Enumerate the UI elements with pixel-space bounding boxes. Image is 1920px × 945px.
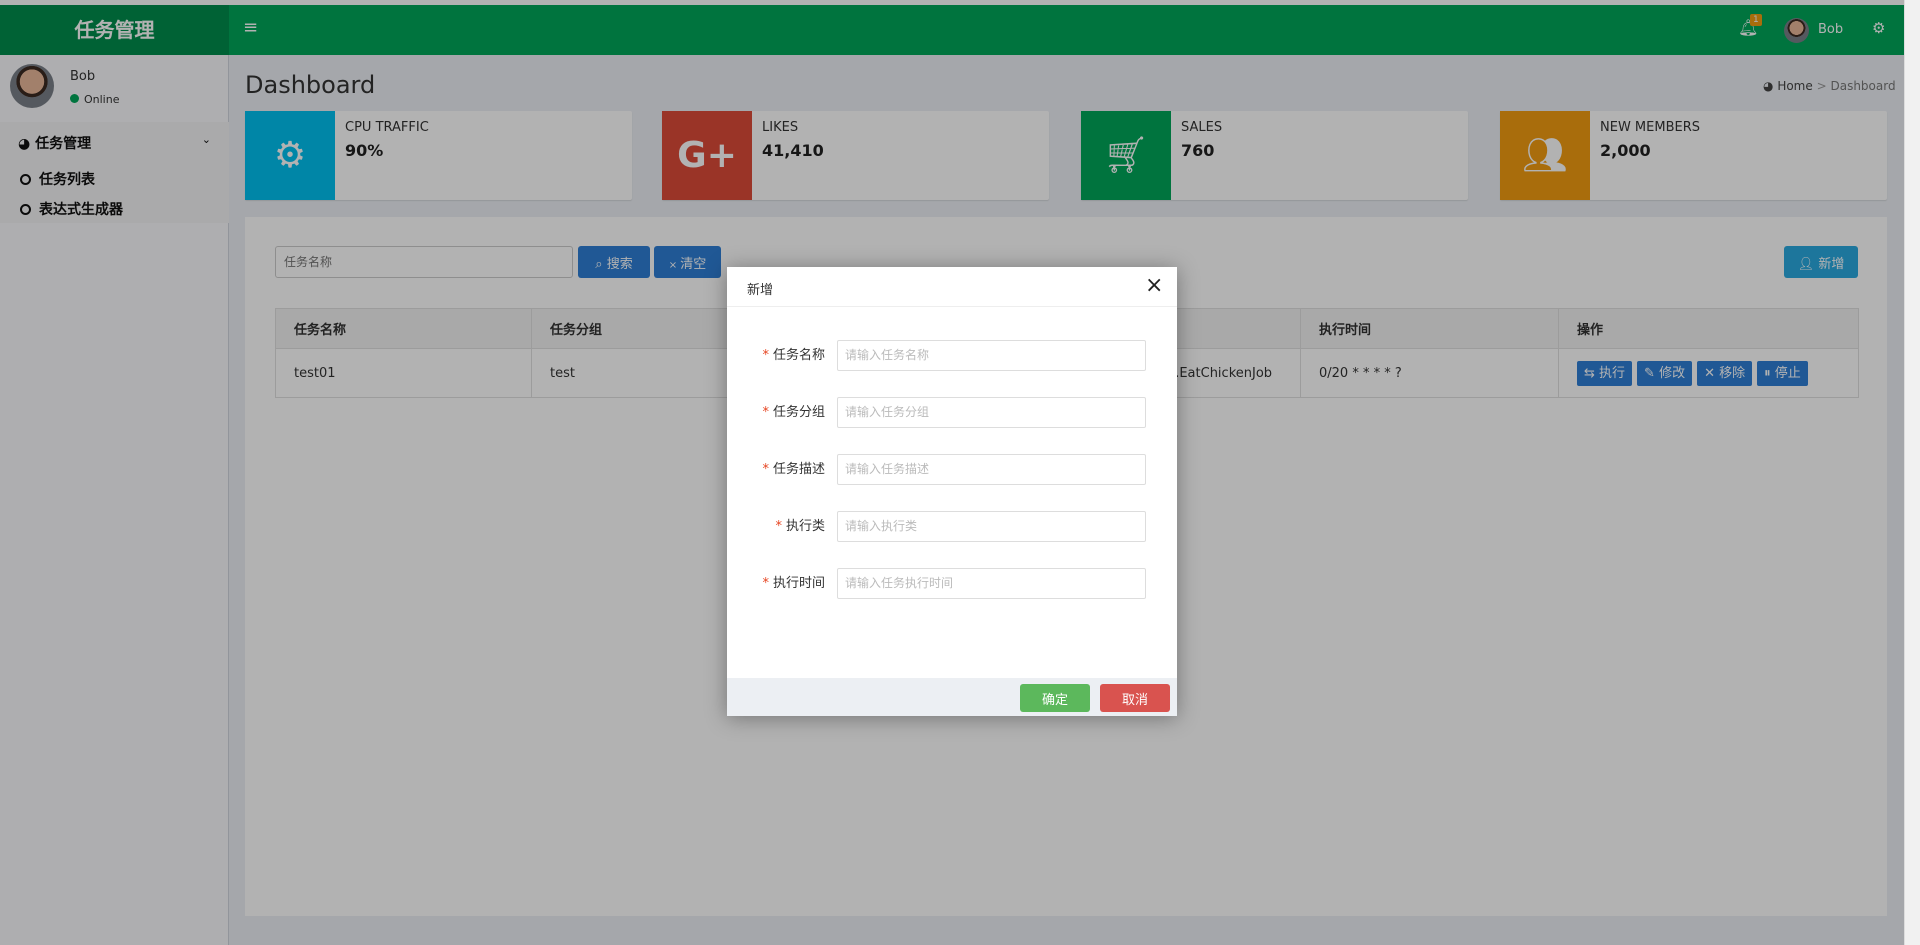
task-desc-input[interactable]: 请输入任务描述 — [837, 454, 1146, 485]
field-label: * 任务名称 — [762, 348, 825, 363]
job-class-input[interactable]: 请输入执行类 — [837, 511, 1146, 542]
page-scrollbar[interactable] — [1904, 0, 1920, 945]
field-label: * 执行类 — [775, 519, 825, 534]
task-group-input[interactable]: 请输入任务分组 — [837, 397, 1146, 428]
field-label: * 任务分组 — [762, 405, 825, 420]
add-task-dialog: 新增 × * 任务名称 请输入任务名称 * 任务分组 请输入任务分组 * 任务描述 请… — [727, 267, 1177, 716]
dialog-title: 新增 — [747, 283, 774, 298]
field-label: * 任务描述 — [762, 462, 825, 477]
task-name-input[interactable]: 请输入任务名称 — [837, 340, 1146, 371]
field-label: * 执行时间 — [762, 576, 825, 591]
dialog-footer: 确定 取消 — [727, 678, 1177, 716]
cron-input[interactable]: 请输入任务执行时间 — [837, 568, 1146, 599]
confirm-button[interactable]: 确定 — [1020, 684, 1090, 712]
close-icon[interactable]: × — [1145, 273, 1163, 298]
dialog-header: 新增 × — [727, 267, 1177, 307]
cancel-button[interactable]: 取消 — [1100, 684, 1170, 712]
